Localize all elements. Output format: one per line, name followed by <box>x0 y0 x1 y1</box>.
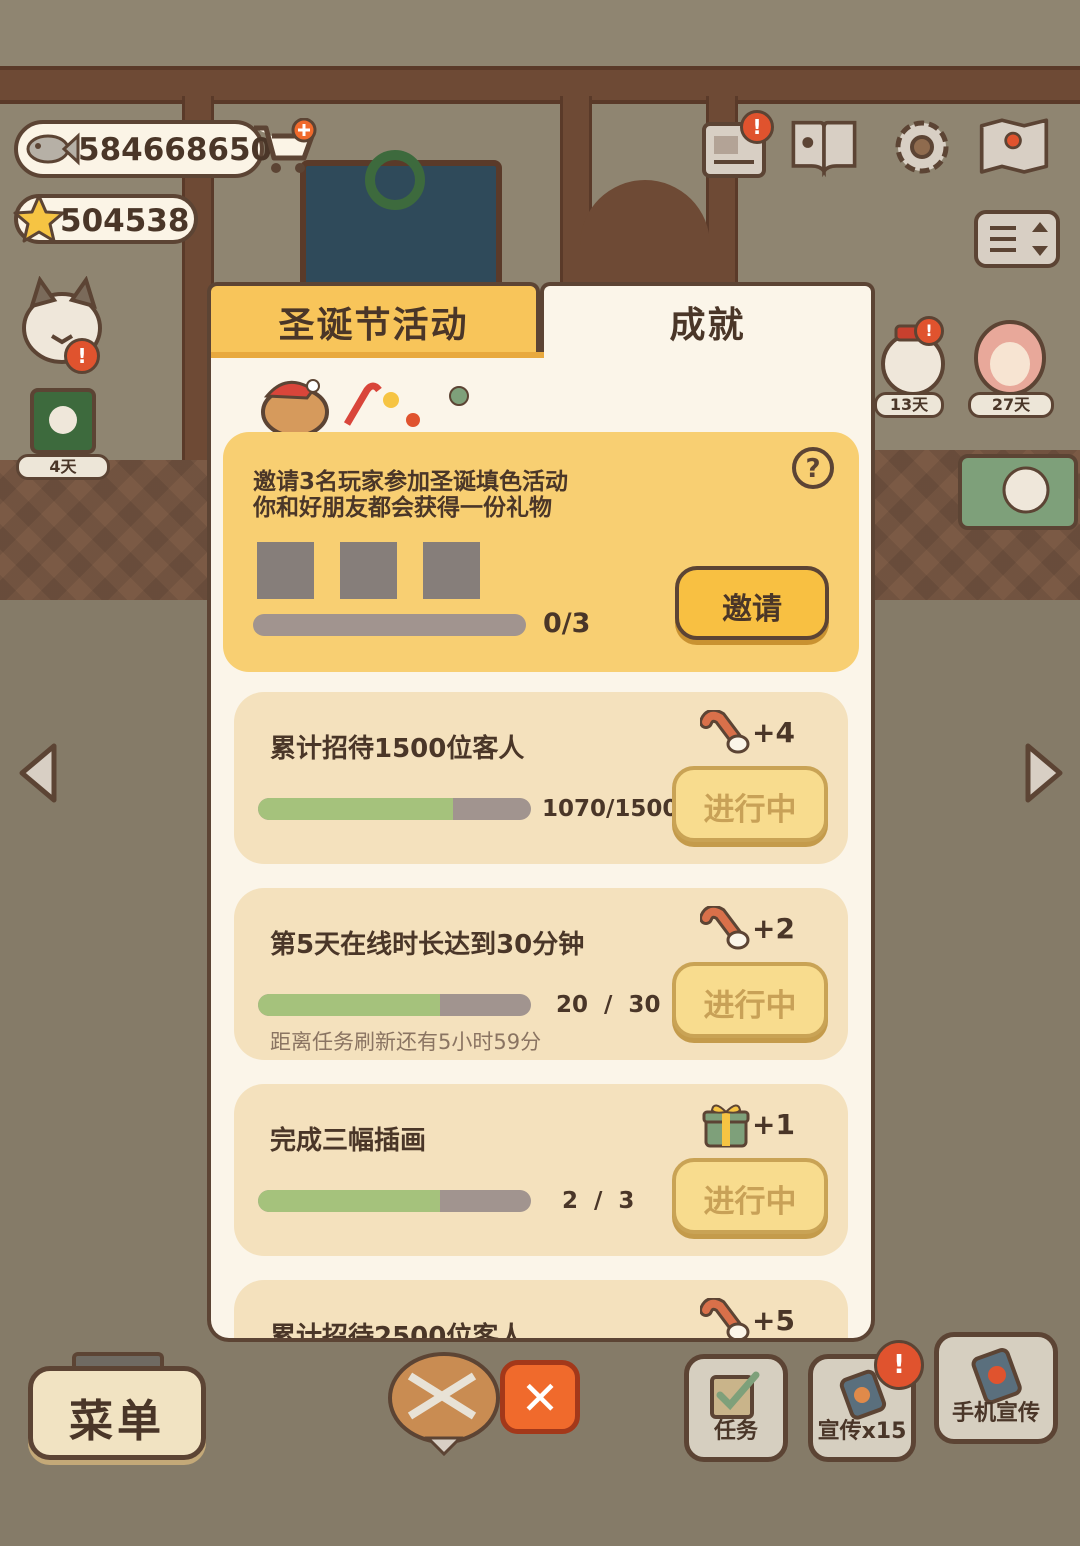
settings-gear-icon[interactable] <box>886 114 958 180</box>
task-title: 第5天在线时长达到30分钟 <box>270 930 585 960</box>
svg-text:?: ? <box>805 454 820 484</box>
modal-panel: 邀请3名玩家参加圣诞填色活动 你和好朋友都会获得一份礼物 ? 0/3 邀请 累计… <box>207 352 875 1342</box>
task-progress-bar <box>258 798 531 820</box>
task-progress-fill <box>258 1190 441 1212</box>
task-card: 累计招待2500位客人 +5 <box>234 1280 848 1342</box>
star-amount: 504538 <box>60 203 190 239</box>
invite-button-label: 邀请 <box>722 592 782 627</box>
reward-amount: +4 <box>752 716 795 749</box>
task-card: 第5天在线时长达到30分钟 +2 20 / 30 距离任务刷新还有5小时59分 … <box>234 888 848 1060</box>
day-tag: 27天 <box>968 392 1054 418</box>
task-status-button[interactable]: 进行中 <box>672 766 828 842</box>
task-title: 累计招待1500位客人 <box>270 734 525 764</box>
task-button[interactable]: 任务 <box>684 1354 788 1462</box>
map-icon[interactable] <box>978 114 1050 180</box>
fish-icon <box>26 132 80 166</box>
scene-beam <box>0 66 1080 104</box>
task-progress-bar <box>258 994 531 1016</box>
task-count: 1070/1500 <box>542 796 679 822</box>
fish-amount: 584668650 <box>78 132 273 168</box>
card-icon[interactable] <box>28 386 98 456</box>
day-tag: 4天 <box>16 454 110 480</box>
task-count: 2 / 3 <box>562 1188 635 1214</box>
invite-progress-count: 0/3 <box>543 608 591 639</box>
invite-text-line2: 你和好朋友都会获得一份礼物 <box>253 495 552 521</box>
tab-christmas-event[interactable]: 圣诞节活动 <box>207 282 540 356</box>
task-status-button[interactable]: 进行中 <box>672 1158 828 1234</box>
task-button-label: 任务 <box>713 1419 758 1444</box>
task-title: 累计招待2500位客人 <box>270 1322 525 1342</box>
green-sofa-icon <box>958 454 1078 530</box>
tab-label: 圣诞节活动 <box>278 305 469 346</box>
menu-button[interactable]: 菜单 <box>28 1366 206 1460</box>
tab-underline <box>211 352 544 358</box>
invite-card: 邀请3名玩家参加圣诞填色活动 你和好朋友都会获得一份礼物 ? 0/3 邀请 <box>223 432 859 672</box>
task-count: 20 / 30 <box>556 992 661 1018</box>
close-icon: ✕ <box>520 1371 560 1425</box>
task-title: 完成三幅插画 <box>270 1126 427 1156</box>
activity-modal: 圣诞节活动 成就 邀请3名玩家参加圣诞填色活动 你和好朋友都会获得一份礼物 ? <box>207 282 875 1342</box>
task-status-button[interactable]: 进行中 <box>672 962 828 1038</box>
gift-icon <box>702 1104 750 1148</box>
reward-amount: +2 <box>752 912 795 945</box>
task-refresh-timer: 距离任务刷新还有5小时59分 <box>270 1030 542 1054</box>
prev-arrow-icon[interactable] <box>14 740 64 806</box>
task-card: 累计招待1500位客人 +4 1070/1500 进行中 <box>234 692 848 864</box>
task-status-label: 进行中 <box>703 988 797 1024</box>
phone-promo-button[interactable]: 手机宣传 <box>934 1332 1058 1444</box>
task-status-label: 进行中 <box>703 792 797 828</box>
task-status-label: 进行中 <box>703 1184 797 1220</box>
alert-badge-icon: ! <box>64 338 100 374</box>
menu-button-label: 菜单 <box>69 1396 165 1447</box>
alert-badge-icon: ! <box>874 1340 924 1390</box>
task-progress-bar <box>258 1190 531 1212</box>
fishbone-icon <box>700 906 750 950</box>
tab-achievements[interactable]: 成就 <box>540 282 875 356</box>
invite-slot <box>340 542 397 599</box>
reward-amount: +5 <box>752 1304 795 1337</box>
girl-character-icon[interactable] <box>970 314 1050 398</box>
alert-badge-icon: ! <box>914 316 944 346</box>
invite-button[interactable]: 邀请 <box>675 566 829 640</box>
task-card: 完成三幅插画 +1 2 / 3 进行中 <box>234 1084 848 1256</box>
fish-currency: 584668650 <box>14 120 272 178</box>
alert-badge-icon: ! <box>740 110 774 144</box>
task-reward: +4 <box>700 710 800 758</box>
close-button[interactable]: ✕ <box>500 1360 580 1434</box>
task-progress-fill <box>258 798 453 820</box>
fishbone-icon <box>700 710 750 754</box>
reward-amount: +1 <box>752 1108 795 1141</box>
task-reward: +5 <box>700 1298 800 1338</box>
invite-text-line1: 邀请3名玩家参加圣诞填色活动 <box>253 469 569 495</box>
invite-slot <box>423 542 480 599</box>
star-currency: 504538 <box>13 194 198 244</box>
phone-promo-button-label: 手机宣传 <box>951 1401 1040 1426</box>
invite-progress-bar <box>253 614 526 636</box>
star-icon <box>13 194 65 243</box>
sort-toggle-icon[interactable] <box>972 208 1062 270</box>
day-tag: 13天 <box>874 392 944 418</box>
shop-cart-icon[interactable] <box>250 118 320 178</box>
help-icon[interactable]: ? <box>791 446 835 490</box>
next-arrow-icon[interactable] <box>1018 740 1068 806</box>
invite-slot <box>257 542 314 599</box>
task-reward: +2 <box>700 906 800 954</box>
fishbone-icon <box>700 1298 750 1338</box>
paw-book-icon[interactable] <box>788 114 860 180</box>
cookie-decoration-icon <box>388 1352 500 1456</box>
scene-floor <box>0 460 210 600</box>
wreath-icon <box>365 150 425 210</box>
task-reward: +1 <box>700 1102 800 1150</box>
task-progress-fill <box>258 994 441 1016</box>
tab-label: 成就 <box>669 305 746 346</box>
promo-button-label: 宣传x15 <box>817 1419 907 1444</box>
